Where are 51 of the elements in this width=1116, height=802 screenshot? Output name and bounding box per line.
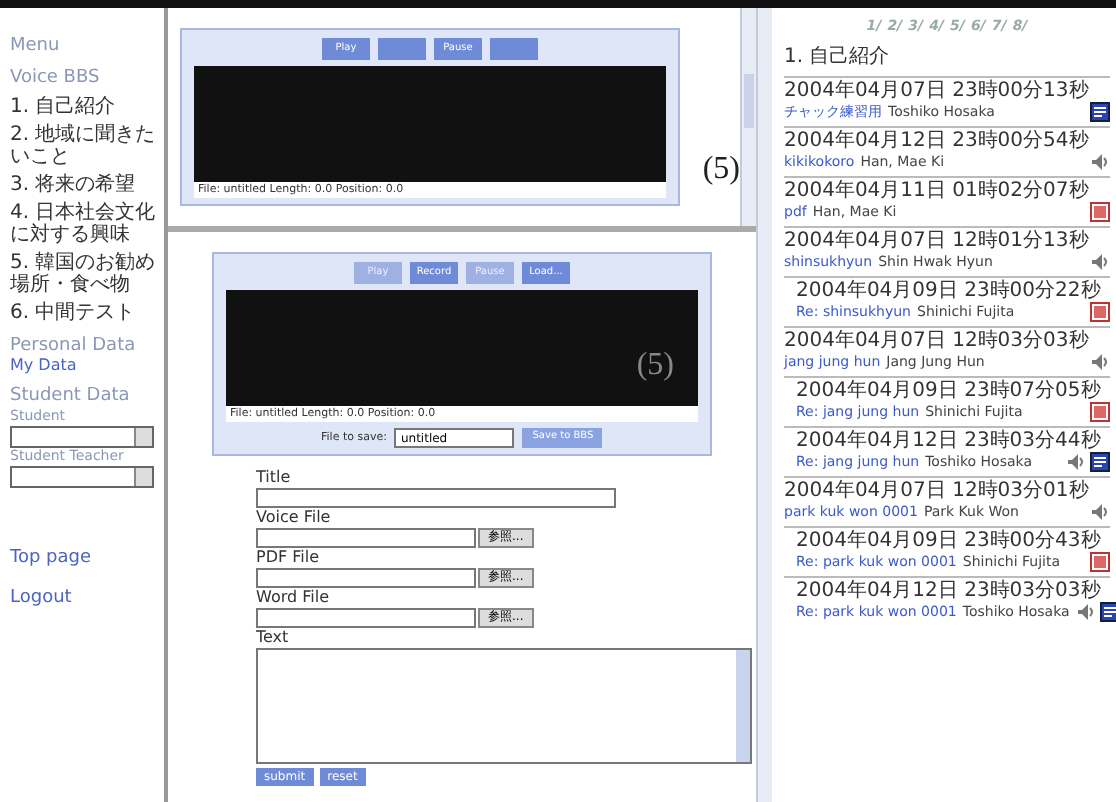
file-field[interactable] [256, 528, 476, 548]
document-icon[interactable] [1099, 602, 1116, 622]
speaker-icon[interactable] [1066, 452, 1086, 472]
section-heading: Voice BBS [10, 68, 102, 90]
document-icon[interactable] [1090, 102, 1110, 122]
my-data-link[interactable]: My Data [10, 356, 156, 375]
topic-link[interactable]: 3. 将来の希望 [10, 173, 156, 196]
file-field[interactable] [256, 568, 476, 588]
scrollbar[interactable] [756, 8, 772, 802]
menu-heading: Menu [10, 36, 62, 57]
scrollbar[interactable] [736, 650, 750, 762]
scrollbar[interactable] [740, 8, 756, 226]
section-heading: Student Data [10, 386, 132, 408]
speaker-icon[interactable] [1090, 502, 1110, 522]
field-label: PDF File [256, 548, 322, 568]
speaker-icon[interactable] [1075, 602, 1096, 622]
topic-link[interactable]: 2. 地域に聞きたいこと [10, 123, 156, 168]
post-date: 2004年04月09日 23時00分22秒 [796, 279, 1103, 301]
section-heading: Personal Data [10, 335, 138, 357]
field-label: Voice File [256, 508, 333, 528]
post-date: 2004年04月12日 23時03分44秒 [796, 429, 1103, 451]
post-date: 2004年04月07日 12時03分01秒 [784, 479, 1091, 501]
post-date: 2004年04月07日 12時03分03秒 [784, 329, 1091, 351]
file-field[interactable] [256, 608, 476, 628]
topic-heading: 1. 自己紹介 [784, 43, 892, 71]
speaker-icon[interactable] [1090, 352, 1110, 372]
nav-link[interactable]: Logout [10, 588, 156, 609]
nav-link[interactable]: Top page [10, 547, 156, 568]
post-date: 2004年04月09日 23時07分05秒 [796, 379, 1103, 401]
speaker-icon[interactable] [1090, 152, 1110, 172]
topic-link[interactable]: 6. 中間テスト [10, 301, 156, 324]
post-date: 2004年04月09日 23時00分43秒 [796, 529, 1103, 551]
post-date: 2004年04月07日 12時01分13秒 [784, 229, 1091, 251]
dropdown[interactable] [10, 465, 154, 488]
post-date: 2004年04月11日 01時02分07秒 [784, 179, 1091, 201]
text-area[interactable] [256, 648, 752, 764]
post-date: 2004年04月12日 23時00分54秒 [784, 129, 1091, 151]
post-date: 2004年04月12日 23時03分03秒 [796, 579, 1103, 601]
document-icon[interactable] [1090, 452, 1110, 472]
topic-link[interactable]: 5. 韓国のお勧め場所・食べ物 [10, 251, 156, 296]
speaker-icon[interactable] [1090, 252, 1110, 272]
text-field[interactable] [256, 488, 616, 508]
dropdown[interactable] [10, 425, 154, 448]
annotation-label: (5) [702, 150, 740, 190]
annotation-label: (5) [636, 346, 674, 386]
field-label: Word File [256, 588, 331, 608]
field-label: Text [256, 628, 291, 648]
topic-link[interactable]: 1. 自己紹介 [10, 95, 156, 118]
topic-link[interactable]: 4. 日本社会文化に対する興味 [10, 201, 156, 246]
post-date: 2004年04月07日 23時00分13秒 [784, 79, 1091, 101]
field-label: Title [256, 468, 293, 488]
